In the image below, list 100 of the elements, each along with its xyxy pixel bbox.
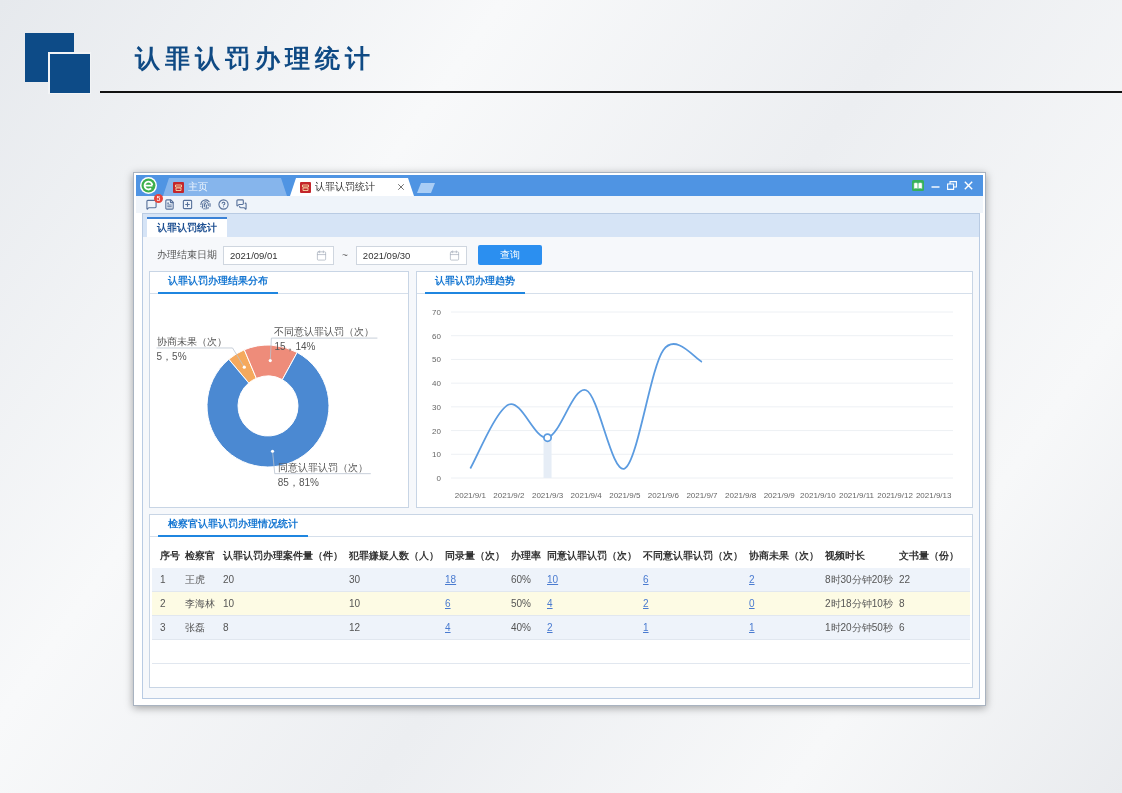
table-cell-text: 12 [348, 622, 362, 633]
range-separator: ~ [342, 249, 348, 261]
query-button[interactable]: 查询 [477, 245, 542, 265]
table-link[interactable]: 4 [547, 598, 553, 609]
table-link[interactable]: 6 [643, 574, 649, 585]
calendar-icon [316, 249, 327, 261]
table-cell-text: 22 [898, 574, 912, 585]
column-header: 文书量（份） [898, 548, 960, 563]
date-field[interactable]: 2021/09/30 [355, 245, 467, 265]
table-cell-text: 8 [222, 622, 230, 633]
x-axis-label: 2021/9/8 [725, 491, 757, 500]
overlapping-squares-icon [25, 33, 91, 94]
x-axis-label: 2021/9/4 [570, 491, 602, 500]
y-axis-label: 50 [432, 355, 441, 365]
table-row[interactable]: 2 李海林 10 10 6 50% 4 2 0 2时18分钟10秒 8 [152, 592, 970, 616]
table-link[interactable]: 18 [445, 574, 457, 585]
x-axis-label: 2021/9/11 [838, 491, 874, 500]
y-axis-label: 30 [432, 402, 441, 412]
panel-title: 认罪认罚办理结果分布 [158, 274, 278, 294]
fingerprint-icon[interactable] [200, 199, 211, 210]
table-row[interactable]: 3 张磊 8 12 4 40% 2 1 1 1时20分钟50秒 6 [152, 616, 970, 640]
table-cell-text: 20 [222, 574, 236, 585]
table-cell-text: 王虎 [184, 572, 206, 587]
table-link[interactable]: 0 [749, 598, 755, 609]
table-cell-text: 3 [159, 622, 167, 633]
column-header: 不同意认罪认罚（次） [642, 548, 744, 563]
table-link[interactable]: 2 [547, 622, 553, 633]
table-link[interactable]: 2 [749, 574, 755, 585]
chat-bubbles-icon[interactable] [236, 199, 247, 210]
column-header: 视频时长 [824, 548, 866, 563]
column-header: 协商未果（次） [748, 548, 820, 563]
panel-title: 检察官认罪认罚办理情况统计 [158, 517, 308, 537]
x-axis-label: 2021/9/2 [493, 491, 525, 500]
table-cell-text: 8 [898, 598, 906, 609]
table-cell-text: 30 [348, 574, 362, 585]
calendar-icon [448, 249, 460, 261]
help-icon[interactable] [218, 199, 229, 210]
column-header: 同录量（次） [444, 548, 506, 563]
table-cell-text: 50% [510, 598, 532, 609]
close-icon[interactable] [396, 182, 406, 192]
table-cell-text: 8时30分钟20秒 [824, 572, 894, 587]
x-axis-label: 2021/9/5 [609, 491, 641, 500]
table-cell-text: 10 [222, 598, 236, 609]
document-icon[interactable] [164, 199, 175, 210]
table-cell-text: 40% [510, 622, 532, 633]
column-header: 序号 [159, 548, 181, 563]
x-axis-label: 2021/9/6 [647, 491, 679, 500]
table-link[interactable]: 4 [445, 622, 451, 633]
slice-label: 不同意认罪认罚（次） [274, 326, 375, 338]
browser-tab[interactable]: 主页 [163, 178, 287, 196]
slice-value: 85，81% [277, 476, 319, 488]
emblem-icon [173, 181, 184, 193]
table-cell-text: 10 [348, 598, 362, 609]
panel-title: 认罪认罚办理趋势 [425, 274, 525, 294]
y-axis-label: 10 [432, 450, 441, 460]
column-header: 办理率 [510, 548, 542, 563]
table-cell-text: 1时20分钟50秒 [824, 620, 894, 635]
book-icon[interactable] [912, 180, 924, 191]
date-field[interactable]: 2021/09/01 [223, 245, 334, 265]
x-axis-label: 2021/9/13 [915, 491, 952, 500]
y-axis-label: 40 [432, 379, 441, 389]
table-cell-text: 2时18分钟10秒 [824, 596, 894, 611]
restore-icon[interactable] [947, 181, 957, 190]
table-link[interactable]: 1 [643, 622, 649, 633]
column-header: 认罪认罚办理案件量（件） [222, 548, 344, 563]
x-axis-label: 2021/9/1 [454, 491, 486, 500]
table-cell-text: 1 [159, 574, 167, 585]
slice-value: 5，5% [156, 351, 187, 362]
page-title: 认罪认罚办理统计 [135, 42, 375, 74]
column-header: 犯罪嫌疑人数（人） [348, 548, 440, 563]
emblem-icon [300, 181, 311, 193]
slice-label: 同意认罪认罚（次） [277, 461, 368, 473]
table-cell-text: 李海林 [184, 596, 216, 611]
add-icon[interactable] [182, 199, 193, 210]
table-cell-text: 2 [159, 598, 167, 609]
slice-label: 协商未果（次） [156, 336, 227, 347]
close-icon[interactable] [964, 181, 973, 190]
table-link[interactable]: 2 [643, 598, 649, 609]
x-axis-label: 2021/9/9 [763, 491, 795, 500]
y-axis-label: 0 [436, 474, 441, 483]
ring-marker-icon [543, 433, 553, 443]
page-tab[interactable]: 认罪认罚统计 [147, 217, 227, 237]
table-cell-text: 张磊 [184, 620, 206, 635]
table-link[interactable]: 1 [749, 622, 755, 633]
y-axis-label: 70 [432, 308, 441, 317]
filter-label: 办理结束日期 [157, 248, 217, 262]
slice-value: 15，14% [274, 341, 316, 353]
table-link[interactable]: 10 [547, 574, 559, 585]
x-axis-label: 2021/9/10 [800, 491, 836, 500]
table-cell-text: 60% [510, 574, 532, 585]
table-link[interactable]: 6 [445, 598, 451, 609]
y-axis-label: 20 [432, 426, 441, 436]
column-header: 检察官 [184, 548, 216, 563]
x-axis-label: 2021/9/7 [686, 491, 718, 500]
table-row[interactable]: 1 王虎 20 30 18 60% 10 6 2 8时30分钟20秒 22 [152, 568, 970, 592]
browser-tab[interactable]: 认罪认罚统计 [290, 178, 414, 196]
column-header: 同意认罪认罚（次） [546, 548, 638, 563]
chat-icon[interactable] [146, 199, 157, 210]
table-cell-text: 6 [898, 622, 906, 633]
y-axis-label: 60 [432, 331, 441, 341]
